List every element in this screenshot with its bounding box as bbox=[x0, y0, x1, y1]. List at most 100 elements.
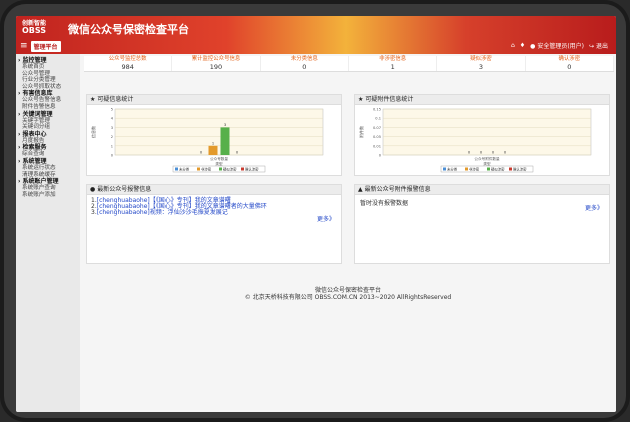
tablet-bezel: 创新智能 OBSS 微信公众号保密检查平台 ≡ 管理平台 ⌂ ♦ ● 安全管理员… bbox=[4, 4, 626, 418]
logout-button[interactable]: ↪ 退出 bbox=[589, 41, 608, 50]
sidebar-item[interactable]: 系统首页 bbox=[16, 64, 80, 71]
logout-icon: ↪ bbox=[589, 43, 595, 50]
y-tick-label: 0.1 bbox=[375, 117, 381, 121]
more-link[interactable]: 更多》 bbox=[317, 214, 335, 223]
y-tick-label: 3 bbox=[111, 126, 113, 130]
legend-swatch bbox=[197, 167, 200, 171]
data-label: 3 bbox=[224, 123, 226, 127]
header-banner: 创新智能 OBSS 微信公众号保密检查平台 ≡ 管理平台 ⌂ ♦ ● 安全管理员… bbox=[16, 16, 616, 54]
y-axis-label: 信息数 bbox=[90, 126, 96, 138]
sidebar-item[interactable]: 关键词分组 bbox=[16, 124, 80, 131]
legend-label: 疑似涉密 bbox=[223, 166, 237, 171]
y-tick-label: 0.07 bbox=[373, 126, 381, 130]
logo: 创新智能 OBSS bbox=[22, 20, 52, 36]
suspicious-info-chart: 012345信息数0130公众号数量类型未分类 非涉密 疑似涉密 确认涉密 bbox=[90, 108, 324, 173]
user-label[interactable]: 安全管理员(用户) bbox=[537, 43, 584, 50]
y-tick-label: 5 bbox=[111, 108, 113, 112]
panel-header: ★ 可疑信息统计 bbox=[87, 95, 341, 105]
stat-cell: 确认涉密 0 bbox=[526, 56, 614, 71]
bell-icon[interactable]: ♦ bbox=[520, 42, 525, 49]
more-link[interactable]: 更多》 bbox=[585, 203, 603, 212]
sidebar-group-title[interactable]: › 系统管理 bbox=[16, 158, 80, 165]
bar bbox=[208, 145, 218, 155]
star-icon: ★ bbox=[90, 96, 96, 103]
legend-label: 确认涉密 bbox=[245, 166, 259, 171]
stat-cell: 累计监控公众号信息 190 bbox=[172, 56, 261, 71]
news-link[interactable]: [chenghuabaohe]视频：浮仙沙沙毛振夏发展记 bbox=[97, 209, 228, 216]
panel-header: ▲ 最新公众号附件报警信息 bbox=[355, 185, 609, 195]
y-tick-label: 4 bbox=[111, 117, 114, 121]
sidebar-item[interactable]: 行业分类管理 bbox=[16, 77, 80, 84]
stat-value: 0 bbox=[302, 63, 307, 71]
plot-area bbox=[114, 108, 324, 156]
category-label: 公众号数量 bbox=[210, 156, 228, 161]
user-menu[interactable]: ● 安全管理员(用户) bbox=[530, 41, 584, 50]
stats-bar: 公众号监控总数 984 累计监控公众号信息 190 未分类信息 0 非涉密信息 1 疑似涉密 3 确… bbox=[84, 56, 614, 72]
tablet-frame: 创新智能 OBSS 微信公众号保密检查平台 ≡ 管理平台 ⌂ ♦ ● 安全管理员… bbox=[0, 0, 630, 422]
warning-icon: ▲ bbox=[358, 186, 363, 193]
data-label: 1 bbox=[212, 141, 214, 145]
legend-label: 确认涉密 bbox=[513, 166, 527, 171]
panel-title: 可疑信息统计 bbox=[97, 96, 134, 103]
menu-toggle[interactable]: ≡ 管理平台 bbox=[20, 41, 61, 52]
menu-label[interactable]: 管理平台 bbox=[30, 41, 61, 52]
stat-label: 累计监控公众号信息 bbox=[191, 56, 241, 62]
y-tick-label: 0.01 bbox=[373, 144, 381, 148]
y-tick-label: 0 bbox=[111, 154, 114, 158]
sidebar-item[interactable]: 系统运行状态 bbox=[16, 165, 80, 172]
stat-label: 未分类信息 bbox=[290, 56, 318, 62]
user-bar: ⌂ ♦ ● 安全管理员(用户) ↪ 退出 bbox=[511, 41, 608, 50]
stat-value: 190 bbox=[209, 63, 223, 71]
y-tick-label: 0.05 bbox=[373, 135, 381, 139]
bar bbox=[220, 127, 230, 155]
footer: 微信公众号保密检查平台 © 北京天桥科技有限公司 OBSS.COM.CN 201… bbox=[80, 287, 616, 301]
x-axis-label: 类型 bbox=[215, 161, 223, 166]
attachment-alerts-panel: ▲ 最新公众号附件报警信息 暂时没有报警数据 更多》 bbox=[354, 184, 610, 264]
legend-label: 未分类 bbox=[179, 166, 190, 171]
legend-label: 非涉密 bbox=[469, 166, 480, 171]
alert-list: 1.[chenghuabaohe]【《国心》专刊】我的文章谱曙 2.[chengh… bbox=[91, 197, 267, 217]
sidebar: › 监控管理 系统首页 公众号管理 行业分类管理 公众号抓取状态 › 有害信息库 公众号告警… bbox=[16, 54, 80, 412]
chat-icon: ● bbox=[90, 186, 96, 193]
y-tick-label: 0 bbox=[379, 154, 382, 158]
stat-value: 1 bbox=[390, 63, 395, 71]
stat-cell: 公众号监控总数 984 bbox=[84, 56, 173, 71]
user-icon: ● bbox=[530, 43, 536, 50]
stat-label: 公众号监控总数 bbox=[108, 56, 147, 62]
suspicious-attachment-chart: 00.010.050.070.10.15附件数0 0 0 0公众号附件数量类型未分类非… bbox=[358, 108, 592, 173]
legend-swatch bbox=[487, 167, 490, 171]
sidebar-item[interactable]: 系统账户查询 bbox=[16, 185, 80, 192]
sidebar-item[interactable]: 系统账户添加 bbox=[16, 192, 80, 199]
stat-cell: 疑似涉密 3 bbox=[437, 56, 526, 71]
news-item[interactable]: 3.[chenghuabaohe]视频：浮仙沙沙毛振夏发展记 bbox=[91, 210, 267, 216]
home-icon[interactable]: ⌂ bbox=[511, 42, 515, 49]
sidebar-item[interactable]: 附件告警信息 bbox=[16, 104, 80, 111]
panel-title: 最新公众号附件报警信息 bbox=[364, 186, 431, 193]
stat-value: 0 bbox=[567, 63, 572, 71]
star-icon: ★ bbox=[358, 96, 364, 103]
sidebar-item[interactable]: 综合查询 bbox=[16, 151, 80, 158]
legend-swatch bbox=[219, 167, 222, 171]
sidebar-group-title[interactable]: › 关键词管理 bbox=[16, 111, 80, 118]
latest-alerts-panel: ● 最新公众号报警信息 1.[chenghuabaohe]【《国心》专刊】我的文章… bbox=[86, 184, 342, 264]
stat-value: 3 bbox=[478, 63, 484, 71]
app-title: 微信公众号保密检查平台 bbox=[68, 23, 189, 36]
empty-message: 暂时没有报警数据 bbox=[360, 200, 409, 207]
legend-swatch bbox=[175, 167, 178, 171]
panel-header: ★ 可疑附件信息统计 bbox=[355, 95, 609, 105]
stat-label: 疑似涉密 bbox=[470, 56, 492, 62]
y-tick-label: 2 bbox=[111, 135, 113, 139]
stat-cell: 未分类信息 0 bbox=[261, 56, 349, 71]
hamburger-icon[interactable]: ≡ bbox=[20, 42, 28, 51]
logout-label[interactable]: 退出 bbox=[596, 43, 608, 50]
y-axis-label: 附件数 bbox=[358, 126, 364, 138]
sidebar-group-title[interactable]: › 监控管理 bbox=[16, 57, 80, 64]
legend-label: 非涉密 bbox=[201, 166, 212, 171]
sidebar-group-title[interactable]: › 报表中心 bbox=[16, 131, 80, 138]
logo-brand: OBSS bbox=[22, 26, 47, 35]
stat-value: 984 bbox=[121, 63, 134, 71]
sidebar-item[interactable]: 公众号告警信息 bbox=[16, 97, 80, 104]
panel-title: 最新公众号报警信息 bbox=[97, 186, 152, 193]
legend-label: 未分类 bbox=[447, 166, 458, 171]
screen: 创新智能 OBSS 微信公众号保密检查平台 ≡ 管理平台 ⌂ ♦ ● 安全管理员… bbox=[16, 16, 616, 412]
